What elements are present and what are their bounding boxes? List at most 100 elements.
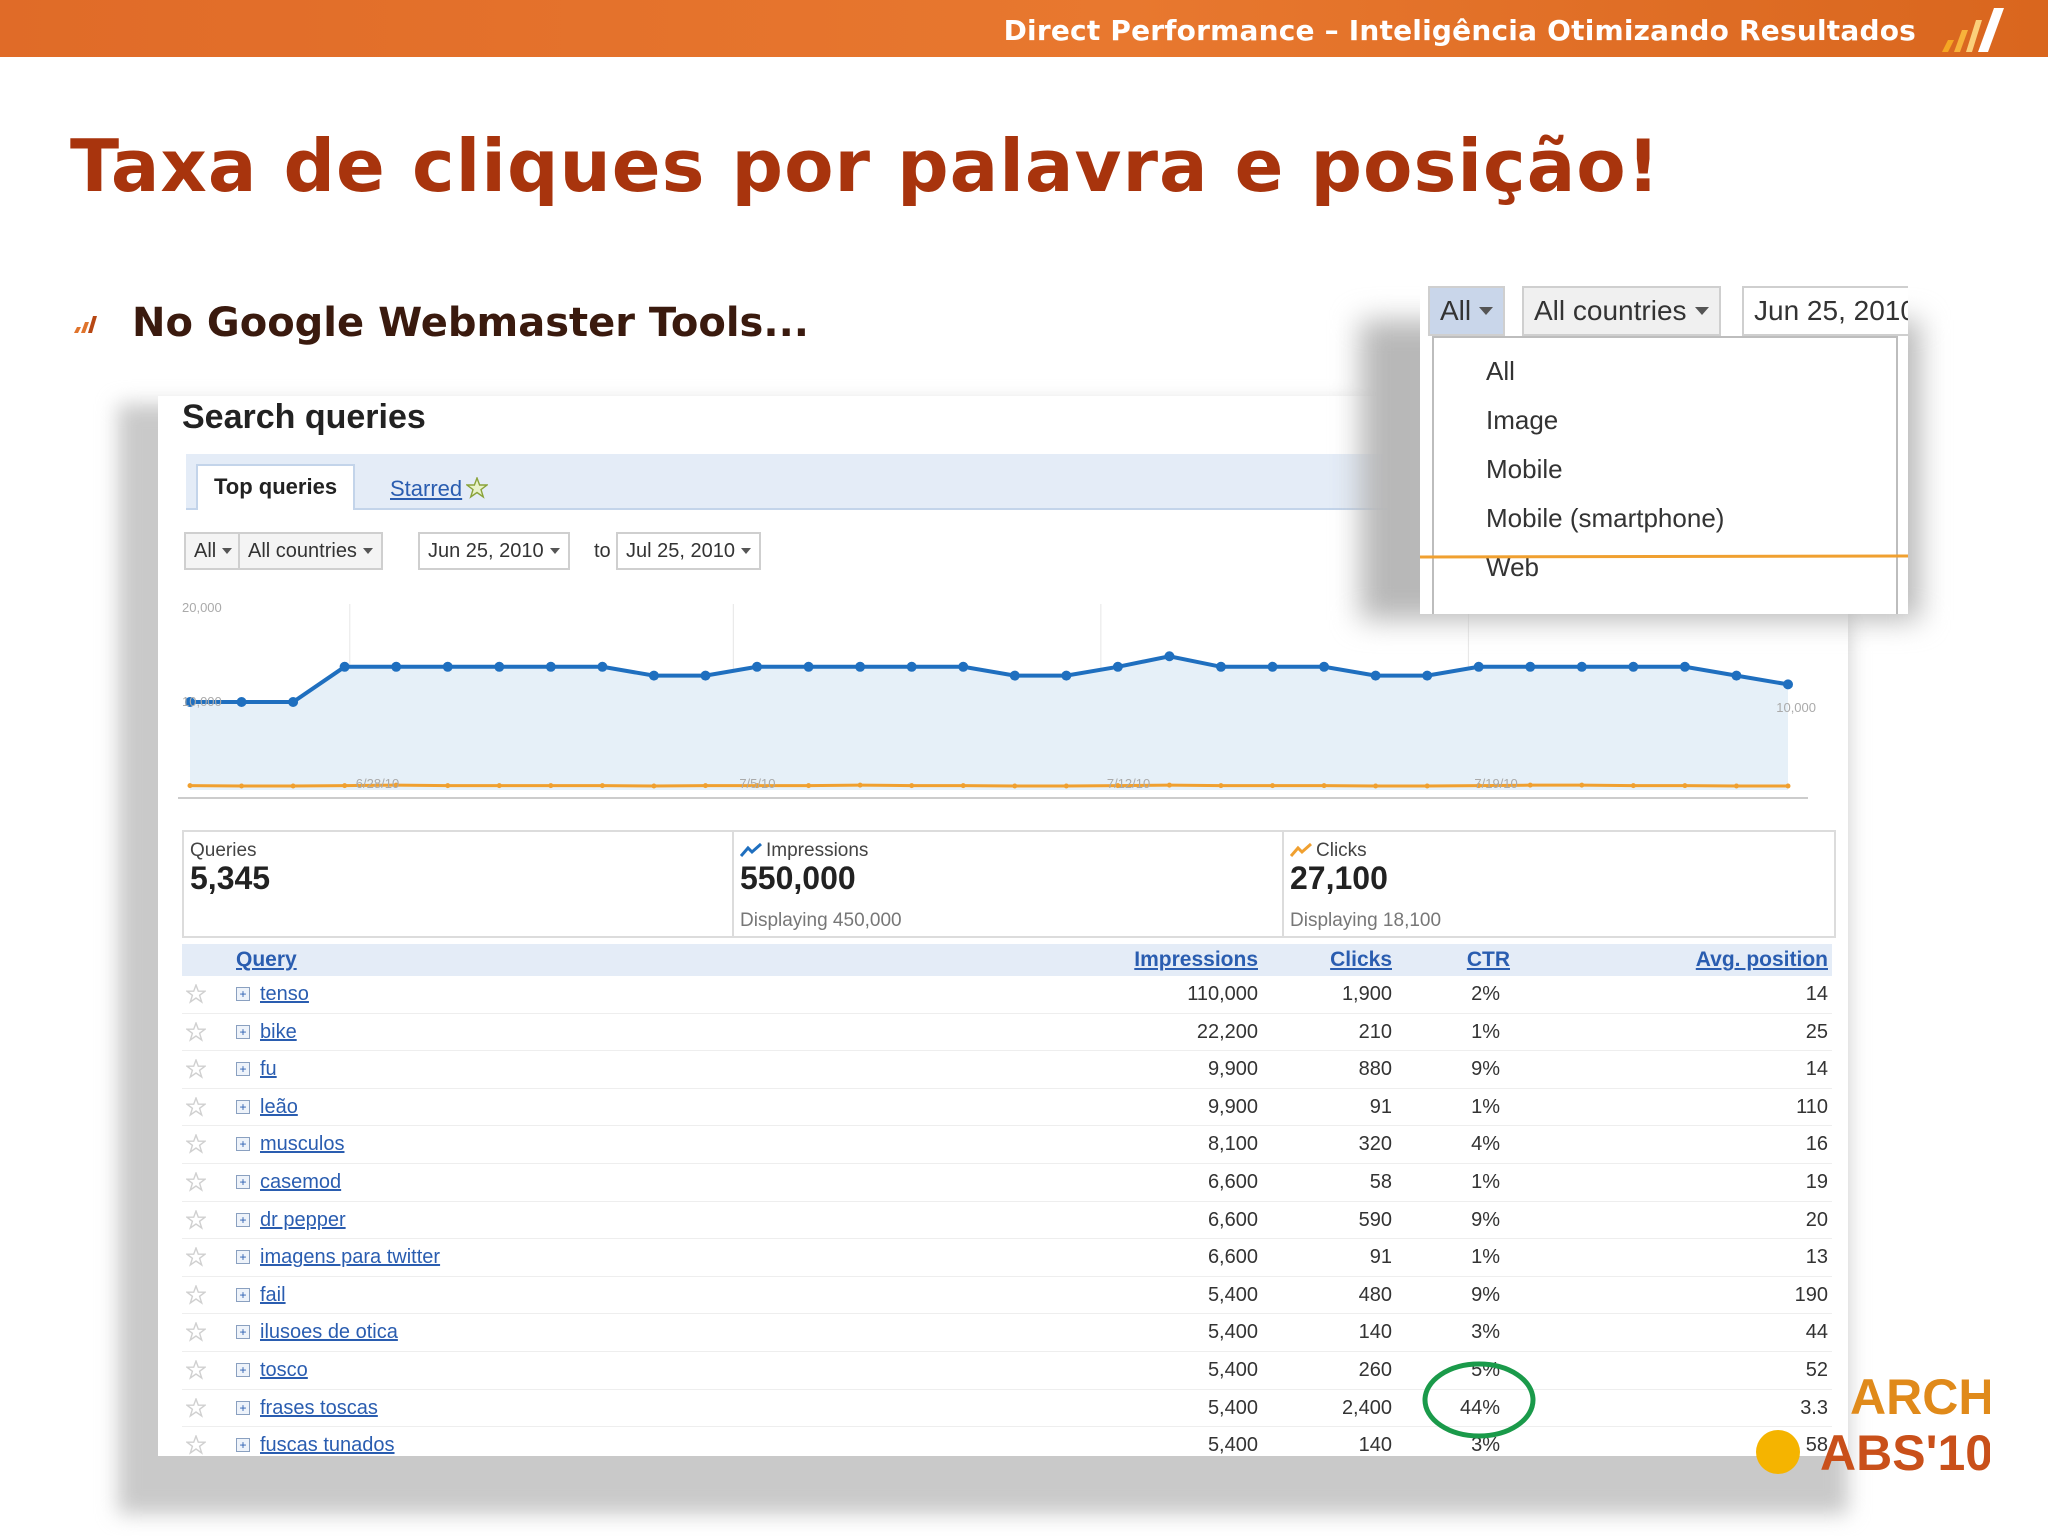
impressions-point bbox=[1009, 670, 1020, 681]
query-link[interactable]: fu bbox=[260, 1058, 277, 1081]
type-select[interactable]: All bbox=[184, 532, 243, 570]
expand-icon[interactable]: + bbox=[236, 987, 250, 1001]
query-link[interactable]: bike bbox=[260, 1021, 297, 1044]
avg-position-cell: 14 bbox=[1805, 983, 1828, 1005]
col-clicks-header[interactable]: Clicks bbox=[1330, 948, 1392, 972]
table-row[interactable]: + imagens para twitter 6,600 91 1% 13 bbox=[182, 1239, 1832, 1277]
y-tick-label: 10,000 bbox=[182, 694, 222, 709]
star-icon[interactable] bbox=[186, 1247, 206, 1267]
query-link[interactable]: ilusoes de otica bbox=[260, 1321, 398, 1344]
star-icon[interactable] bbox=[186, 1059, 206, 1079]
expand-icon[interactable]: + bbox=[236, 1400, 250, 1415]
query-link[interactable]: leão bbox=[260, 1096, 298, 1119]
query-link[interactable]: dr pepper bbox=[260, 1209, 346, 1232]
table-row[interactable]: + fail 5,400 480 9% 190 bbox=[182, 1277, 1832, 1315]
query-link[interactable]: casemod bbox=[260, 1171, 341, 1194]
star-icon[interactable] bbox=[186, 1397, 206, 1418]
table-row[interactable]: + fu 9,900 880 9% 14 bbox=[182, 1051, 1832, 1089]
expand-icon[interactable]: + bbox=[236, 1174, 250, 1189]
overlay-type-select[interactable]: All bbox=[1428, 286, 1506, 336]
impressions-cell: 5,400 bbox=[1207, 1434, 1258, 1456]
expand-icon[interactable]: + bbox=[236, 1325, 250, 1340]
stat-clicks[interactable]: Clicks 27,100 Displaying 18,100 bbox=[1284, 832, 1832, 936]
impressions-cell: 6,600 bbox=[1207, 1246, 1258, 1269]
tab-starred[interactable]: Starred bbox=[390, 476, 489, 502]
star-icon[interactable] bbox=[186, 1322, 206, 1343]
table-row[interactable]: + frases toscas 5,400 2,400 44% 3.3 bbox=[182, 1390, 1832, 1428]
table-row[interactable]: + ilusoes de otica 5,400 140 3% 44 bbox=[182, 1314, 1832, 1352]
ctr-cell: 4% bbox=[1471, 1133, 1500, 1156]
table-row[interactable]: + tosco 5,400 260 5% 52 bbox=[182, 1352, 1832, 1390]
col-avg-position-header[interactable]: Avg. position bbox=[1696, 948, 1828, 972]
star-icon[interactable] bbox=[186, 1171, 206, 1192]
impressions-label: Impressions bbox=[766, 840, 869, 861]
star-icon[interactable] bbox=[186, 1359, 206, 1380]
clicks-point bbox=[1527, 782, 1533, 788]
expand-icon[interactable]: + bbox=[236, 1250, 250, 1265]
clicks-cell: 140 bbox=[1358, 1321, 1392, 1344]
type-dropdown-menu: All Image Mobile Mobile (smartphone) Web bbox=[1432, 336, 1898, 614]
type-select-value: All bbox=[194, 540, 217, 562]
overlay-country-select[interactable]: All countries bbox=[1522, 286, 1721, 336]
expand-icon[interactable]: + bbox=[236, 1362, 250, 1377]
star-icon[interactable] bbox=[186, 1134, 206, 1155]
impressions-cell: 9,900 bbox=[1207, 1058, 1258, 1081]
star-icon bbox=[466, 477, 489, 499]
query-link[interactable]: tosco bbox=[260, 1359, 308, 1382]
impressions-cell: 8,100 bbox=[1207, 1133, 1258, 1156]
expand-icon[interactable]: + bbox=[236, 1137, 250, 1152]
tab-top-queries[interactable]: Top queries bbox=[196, 464, 356, 510]
end-date-select[interactable]: Jul 25, 2010 bbox=[616, 532, 761, 570]
menu-item-image[interactable]: Image bbox=[1486, 405, 1558, 436]
clicks-point bbox=[1733, 783, 1739, 789]
chevron-down-icon bbox=[222, 548, 233, 554]
impressions-point bbox=[1783, 679, 1793, 690]
clicks-point bbox=[187, 783, 193, 789]
expand-icon[interactable]: + bbox=[236, 1438, 250, 1453]
bullet-text: No Google Webmaster Tools... bbox=[132, 300, 809, 346]
star-icon[interactable] bbox=[186, 1435, 206, 1455]
expand-icon[interactable]: + bbox=[236, 1212, 250, 1227]
table-row[interactable]: + dr pepper 6,600 590 9% 20 bbox=[182, 1202, 1832, 1240]
impressions-point bbox=[700, 670, 711, 681]
col-ctr-header[interactable]: CTR bbox=[1467, 948, 1510, 972]
table-row[interactable]: + leão 9,900 91 1% 110 bbox=[182, 1089, 1832, 1127]
query-link[interactable]: imagens para twitter bbox=[260, 1246, 440, 1269]
table-row[interactable]: + casemod 6,600 58 1% 19 bbox=[182, 1164, 1832, 1202]
expand-icon[interactable]: + bbox=[236, 1287, 250, 1302]
col-impressions-header[interactable]: Impressions bbox=[1134, 948, 1258, 972]
overlay-date-select[interactable]: Jun 25, 2010 bbox=[1742, 286, 1908, 336]
menu-item-all[interactable]: All bbox=[1486, 356, 1515, 387]
trend-line-icon bbox=[740, 842, 762, 857]
expand-icon[interactable]: + bbox=[236, 1062, 250, 1077]
start-date-select[interactable]: Jun 25, 2010 bbox=[418, 532, 570, 570]
table-row[interactable]: + fuscas tunados 5,400 140 3% 58 bbox=[182, 1427, 1832, 1456]
chevron-down-icon bbox=[740, 548, 751, 554]
query-link[interactable]: frases toscas bbox=[260, 1397, 378, 1420]
col-query-header[interactable]: Query bbox=[236, 948, 297, 972]
star-icon[interactable] bbox=[186, 1021, 206, 1042]
expand-icon[interactable]: + bbox=[236, 1024, 250, 1039]
star-icon[interactable] bbox=[186, 1284, 206, 1305]
table-row[interactable]: + tenso 110,000 1,900 2% 14 bbox=[182, 976, 1832, 1014]
clicks-point bbox=[548, 783, 554, 789]
menu-item-mobile[interactable]: Mobile bbox=[1486, 454, 1563, 485]
query-link[interactable]: musculos bbox=[260, 1133, 344, 1156]
x-tick-label: 6/28/10 bbox=[356, 776, 399, 791]
expand-icon[interactable]: + bbox=[236, 1099, 250, 1114]
star-icon[interactable] bbox=[186, 1096, 206, 1117]
impressions-point bbox=[597, 661, 608, 672]
star-icon[interactable] bbox=[186, 984, 206, 1004]
query-link[interactable]: tenso bbox=[260, 983, 309, 1006]
stat-impressions[interactable]: Impressions 550,000 Displaying 450,000 bbox=[734, 832, 1284, 936]
query-link[interactable]: fuscas tunados bbox=[260, 1434, 395, 1456]
country-select[interactable]: All countries bbox=[238, 532, 383, 570]
clicks-cell: 58 bbox=[1369, 1170, 1392, 1193]
star-icon[interactable] bbox=[186, 1209, 206, 1230]
avg-position-cell: 19 bbox=[1805, 1170, 1828, 1193]
clicks-cell: 210 bbox=[1358, 1020, 1392, 1043]
menu-item-mobile-smartphone[interactable]: Mobile (smartphone) bbox=[1486, 503, 1724, 534]
table-row[interactable]: + musculos 8,100 320 4% 16 bbox=[182, 1126, 1832, 1164]
table-row[interactable]: + bike 22,200 210 1% 25 bbox=[182, 1014, 1832, 1052]
query-link[interactable]: fail bbox=[260, 1284, 286, 1307]
